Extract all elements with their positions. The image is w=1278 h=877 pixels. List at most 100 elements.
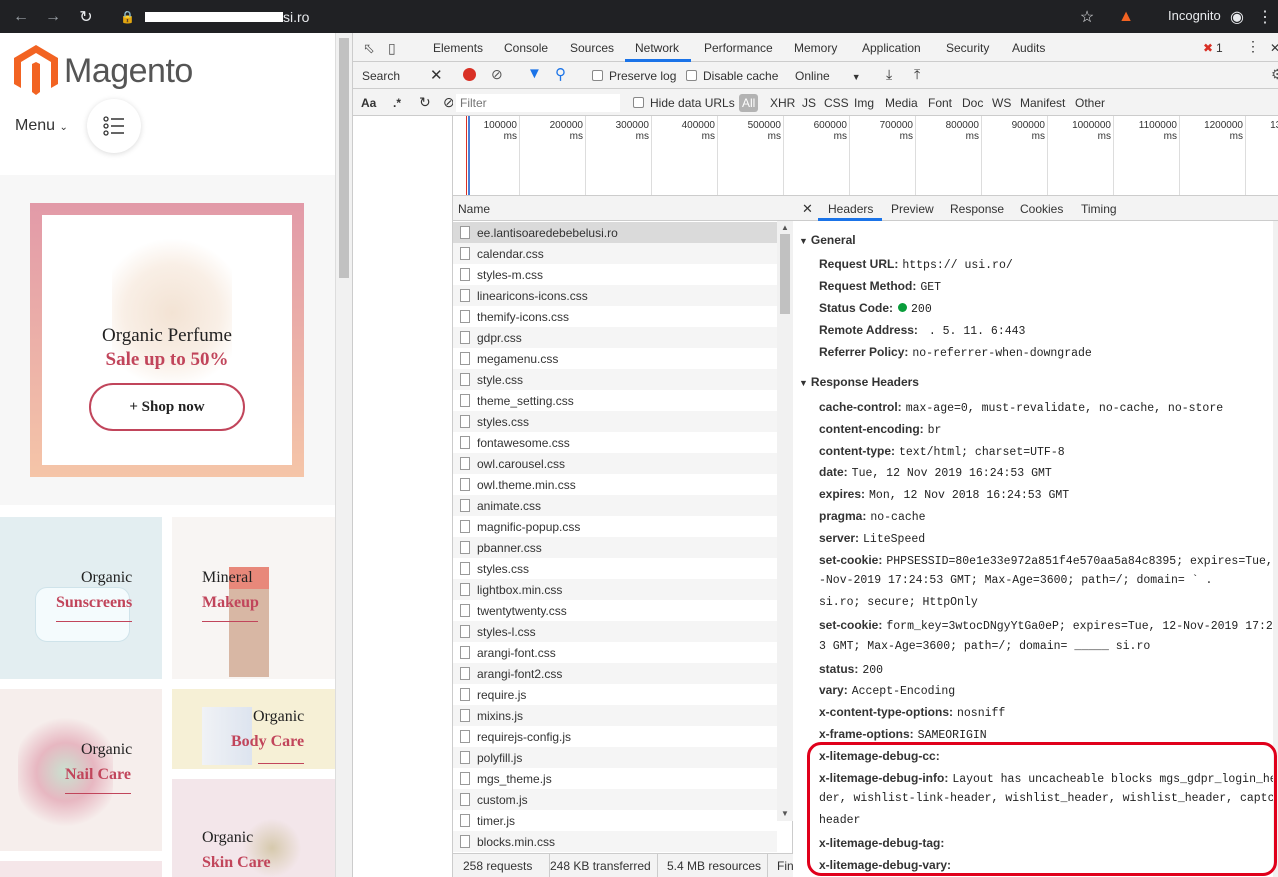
request-row[interactable]: fontawesome.css [453,432,777,453]
request-list-scroll-thumb[interactable] [780,234,790,314]
error-icon[interactable]: ✖ [1203,41,1213,55]
magento-logo[interactable]: Magento [14,45,193,97]
tile-makeup[interactable]: Mineral Makeup [172,517,335,679]
header-entry[interactable]: x-content-type-options: nosniff [819,705,1005,720]
checkbox-box[interactable] [686,70,697,81]
tab-audits[interactable]: Audits [1012,41,1045,55]
preserve-log-checkbox[interactable]: Preserve log [592,69,676,83]
request-row[interactable]: pbanner.css [453,537,777,558]
request-row[interactable]: theme_setting.css [453,390,777,411]
request-row[interactable]: blocks.min.css [453,831,777,852]
request-row[interactable]: themify-icons.css [453,306,777,327]
filter-input[interactable] [456,94,620,112]
settings-gear-icon[interactable]: ⚙ [1271,66,1278,83]
request-row[interactable]: styles.css [453,558,777,579]
request-row[interactable]: owl.theme.min.css [453,474,777,495]
header-entry[interactable]: x-frame-options: SAMEORIGIN [819,727,987,742]
hide-data-urls-checkbox[interactable]: Hide data URLs [633,96,735,110]
scroll-down-icon[interactable]: ▼ [781,809,789,818]
tab-console[interactable]: Console [504,41,548,55]
request-row[interactable]: megamenu.css [453,348,777,369]
devtools-menu-icon[interactable]: ⋮ [1246,38,1260,55]
incognito-icon[interactable]: ◉ [1226,6,1248,28]
request-row[interactable]: styles.css [453,411,777,432]
request-row[interactable]: mixins.js [453,705,777,726]
tab-memory[interactable]: Memory [794,41,837,55]
search-pane-title[interactable]: Search [362,69,400,83]
tile-skin-care[interactable]: Organic Skin Care [172,779,335,877]
forward-icon[interactable]: → [42,6,64,28]
reload-icon[interactable]: ↻ [75,6,97,28]
header-entry[interactable]: date: Tue, 12 Nov 2019 16:24:53 GMT [819,465,1052,480]
filter-type-js[interactable]: JS [802,96,816,110]
tile-partial[interactable] [0,861,162,877]
tab-sources[interactable]: Sources [570,41,614,55]
request-row[interactable]: require.js [453,684,777,705]
header-entry[interactable]: Request Method: GET [819,279,941,294]
site-scrollbar[interactable] [335,33,352,877]
filter-type-doc[interactable]: Doc [962,96,983,110]
tab-elements[interactable]: Elements [433,41,483,55]
clear-icon[interactable]: ⊘ [491,66,503,83]
tile-sunscreens[interactable]: Organic Sunscreens [0,517,162,679]
filter-type-media[interactable]: Media [885,96,918,110]
filter-icon[interactable]: ▼ [527,65,542,82]
throttling-select[interactable]: Online ▼ [795,69,861,83]
import-har-icon[interactable]: ⤓ [886,66,892,83]
close-search-icon[interactable]: ✕ [430,66,443,84]
header-entry[interactable]: Remote Address: . 5. 11. 6:443 [819,323,1025,338]
tab-application[interactable]: Application [862,41,921,55]
regex-toggle[interactable]: .* [393,96,401,110]
tab-response[interactable]: Response [950,202,1004,216]
request-row[interactable]: animate.css [453,495,777,516]
header-entry[interactable]: Referrer Policy: no-referrer-when-downgra… [819,345,1092,360]
filter-type-xhr[interactable]: XHR [770,96,795,110]
request-row[interactable]: calendar.css [453,243,777,264]
refresh-search-icon[interactable]: ↻ [419,94,431,111]
request-row[interactable]: magnific-popup.css [453,516,777,537]
request-row[interactable]: gdpr.css [453,327,777,348]
tab-cookies[interactable]: Cookies [1020,202,1063,216]
request-row[interactable]: style.css [453,369,777,390]
address-bar[interactable]: 🔒 si.ro [108,4,1108,29]
filter-type-manifest[interactable]: Manifest [1020,96,1065,110]
general-section-toggle[interactable]: ▼ General [799,233,856,247]
header-entry[interactable]: server: LiteSpeed [819,531,925,546]
error-count[interactable]: 1 [1216,41,1223,55]
request-list-scrollbar[interactable]: ▲ ▼ [777,221,793,821]
export-har-icon[interactable]: ⤒ [914,66,920,83]
request-row[interactable]: arangi-font.css [453,642,777,663]
response-headers-toggle[interactable]: ▼ Response Headers [799,375,919,389]
checkbox-box[interactable] [633,97,644,108]
request-row[interactable]: mgs_theme.js [453,768,777,789]
inspect-element-icon[interactable]: ⬁ [363,40,375,57]
filter-type-css[interactable]: CSS [824,96,849,110]
header-entry[interactable]: status: 200 [819,662,883,677]
filter-type-all[interactable]: All [739,94,759,112]
header-entry[interactable]: Request URL: https:// usi.ro/ [819,257,1013,272]
network-overview[interactable]: 100000 ms 200000 ms 300000 ms 400000 ms 5000… [453,116,1278,196]
tab-security[interactable]: Security [946,41,989,55]
site-scroll-thumb[interactable] [339,38,349,278]
scroll-up-icon[interactable]: ▲ [781,223,789,232]
magento-extension-icon[interactable]: ▲ [1115,6,1137,28]
request-row[interactable]: arangi-font2.css [453,663,777,684]
record-icon[interactable] [463,68,476,81]
request-row[interactable]: linearicons-icons.css [453,285,777,306]
close-detail-icon[interactable]: ✕ [802,201,813,217]
request-row[interactable]: requirejs-config.js [453,726,777,747]
menu-toggle[interactable]: Menu ⌄ [15,117,68,135]
request-row[interactable]: polyfill.js [453,747,777,768]
header-entry[interactable]: pragma: no-cache [819,509,926,524]
filter-type-ws[interactable]: WS [992,96,1011,110]
header-entry[interactable]: cache-control: max-age=0, must-revalidate… [819,400,1223,415]
request-row[interactable]: styles-l.css [453,621,777,642]
request-row[interactable]: owl.carousel.css [453,453,777,474]
tab-headers[interactable]: Headers [828,202,873,216]
tab-timing[interactable]: Timing [1081,202,1117,216]
request-row[interactable]: ee.lantisoaredebebelusi.ro [453,222,777,243]
header-entry[interactable]: content-encoding: br [819,422,941,437]
bookmark-star-icon[interactable]: ☆ [1076,6,1098,28]
filter-type-font[interactable]: Font [928,96,952,110]
checkbox-box[interactable] [592,70,603,81]
